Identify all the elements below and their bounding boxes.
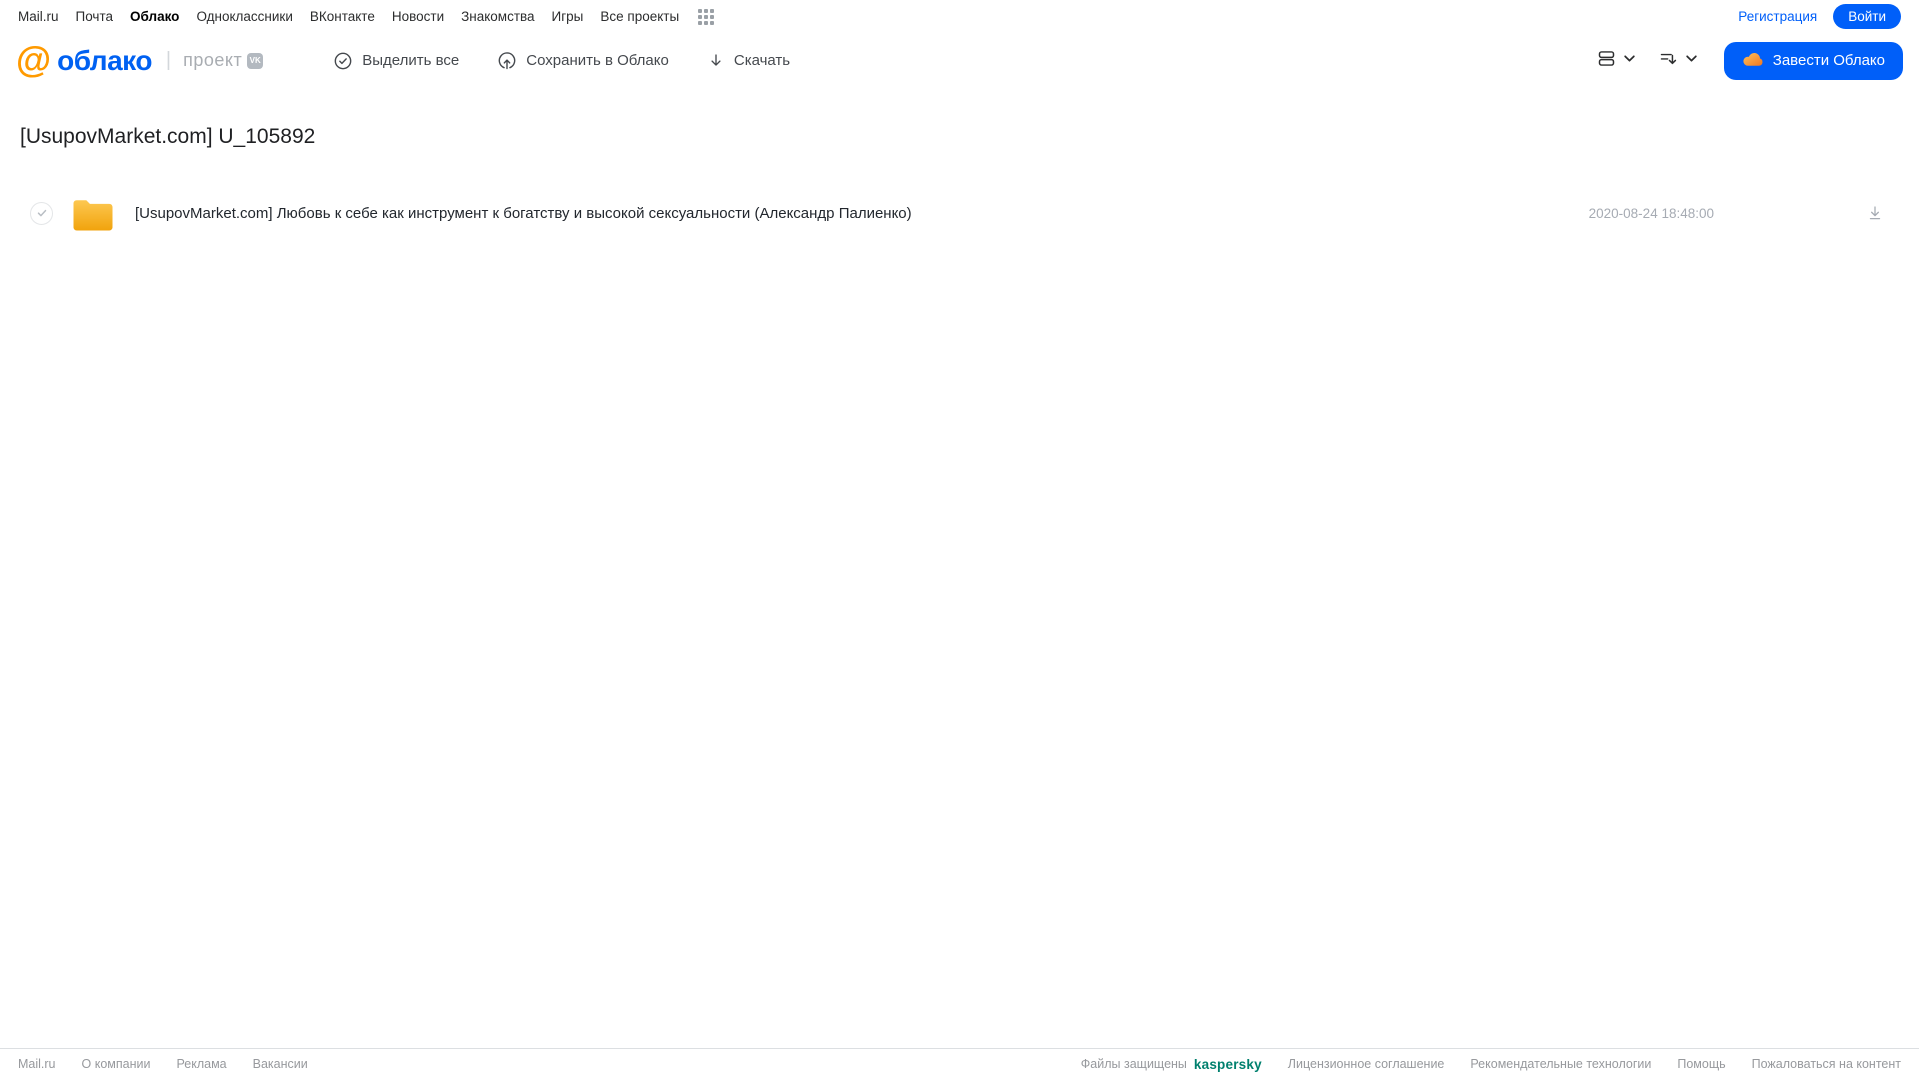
- cloud-icon: [1742, 50, 1764, 72]
- footer-link-jobs[interactable]: Вакансии: [253, 1057, 308, 1071]
- nav-link-mailru[interactable]: Mail.ru: [18, 9, 59, 24]
- file-toolbar: Выделить все Сохранить в Облако Скачать: [333, 51, 790, 71]
- protected-label: Файлы защищены: [1080, 1057, 1187, 1071]
- vk-badge-icon: VK: [247, 52, 264, 69]
- portal-top-bar: Mail.ru Почта Облако Одноклассники ВКонт…: [0, 0, 1919, 33]
- file-name-link[interactable]: [UsupovMarket.com] Любовь к себе как инс…: [135, 205, 1589, 222]
- row-download-icon[interactable]: [1866, 204, 1884, 222]
- cloud-upload-icon: [497, 51, 517, 71]
- page-footer: Mail.ru О компании Реклама Вакансии Файл…: [0, 1048, 1919, 1079]
- header-right-controls: Завести Облако: [1596, 41, 1903, 80]
- folder-icon: [71, 195, 115, 232]
- footer-link-license[interactable]: Лицензионное соглашение: [1288, 1057, 1445, 1071]
- cloud-logo[interactable]: @ облако | проект VK: [16, 38, 264, 80]
- chevron-down-icon: [1623, 52, 1636, 70]
- download-button[interactable]: Скачать: [707, 52, 790, 70]
- main-content: [UsupovMarket.com] U_105892 [UsupovMarke…: [0, 125, 1919, 237]
- create-cloud-button[interactable]: Завести Облако: [1723, 41, 1903, 80]
- nav-link-oblako[interactable]: Облако: [130, 9, 179, 24]
- footer-link-ads[interactable]: Реклама: [176, 1057, 226, 1071]
- page-title: [UsupovMarket.com] U_105892: [20, 125, 316, 148]
- sort-dropdown[interactable]: [1658, 48, 1698, 74]
- portal-nav: Mail.ru Почта Облако Одноклассники ВКонт…: [18, 8, 715, 25]
- save-to-cloud-button[interactable]: Сохранить в Облако: [497, 51, 669, 71]
- download-label: Скачать: [733, 52, 791, 69]
- view-mode-icon: [1596, 48, 1617, 74]
- footer-link-help[interactable]: Помощь: [1677, 1057, 1725, 1071]
- sort-icon: [1658, 48, 1679, 74]
- nav-link-igry[interactable]: Игры: [552, 9, 584, 24]
- nav-link-novosti[interactable]: Новости: [392, 9, 444, 24]
- save-to-cloud-label: Сохранить в Облако: [526, 52, 669, 69]
- registration-link[interactable]: Регистрация: [1738, 9, 1817, 24]
- view-mode-dropdown[interactable]: [1596, 48, 1636, 74]
- file-row[interactable]: [UsupovMarket.com] Любовь к себе как инс…: [0, 189, 1919, 237]
- footer-link-mailru[interactable]: Mail.ru: [18, 1057, 56, 1071]
- nav-link-pochta[interactable]: Почта: [76, 9, 114, 24]
- apps-grid-icon[interactable]: [698, 8, 715, 25]
- checkmark-icon: [37, 209, 46, 217]
- select-all-label: Выделить все: [362, 52, 460, 69]
- logo-divider: |: [165, 49, 172, 71]
- nav-link-odnoklassniki[interactable]: Одноклассники: [196, 9, 292, 24]
- select-all-button[interactable]: Выделить все: [333, 51, 459, 71]
- cloud-header: @ облако | проект VK Выделить все Сохран…: [0, 33, 1919, 88]
- portal-auth-area: Регистрация Войти: [1738, 4, 1901, 29]
- footer-link-recommendations[interactable]: Рекомендательные технологии: [1470, 1057, 1651, 1071]
- nav-link-vkontakte[interactable]: ВКонтакте: [310, 9, 375, 24]
- footer-link-company[interactable]: О компании: [82, 1057, 151, 1071]
- file-date: 2020-08-24 18:48:00: [1588, 205, 1714, 221]
- kaspersky-logo[interactable]: kaspersky: [1194, 1057, 1262, 1072]
- create-cloud-label: Завести Облако: [1772, 52, 1885, 69]
- chevron-down-icon: [1685, 52, 1698, 70]
- project-label: проект: [183, 50, 243, 70]
- kaspersky-protection: Файлы защищены kaspersky: [1081, 1057, 1262, 1072]
- nav-link-znakomstva[interactable]: Знакомства: [461, 9, 534, 24]
- footer-left-links: Mail.ru О компании Реклама Вакансии: [18, 1057, 308, 1071]
- cloud-logo-label: облако: [57, 44, 152, 76]
- login-button[interactable]: Войти: [1833, 4, 1901, 29]
- check-circle-icon: [333, 51, 353, 71]
- mailru-at-icon: @: [16, 38, 52, 80]
- nav-link-vse-proekty[interactable]: Все проекты: [600, 9, 679, 24]
- footer-link-report[interactable]: Пожаловаться на контент: [1752, 1057, 1901, 1071]
- row-checkbox[interactable]: [30, 201, 53, 225]
- download-icon: [707, 52, 725, 70]
- footer-right-links: Файлы защищены kaspersky Лицензионное со…: [1081, 1057, 1901, 1072]
